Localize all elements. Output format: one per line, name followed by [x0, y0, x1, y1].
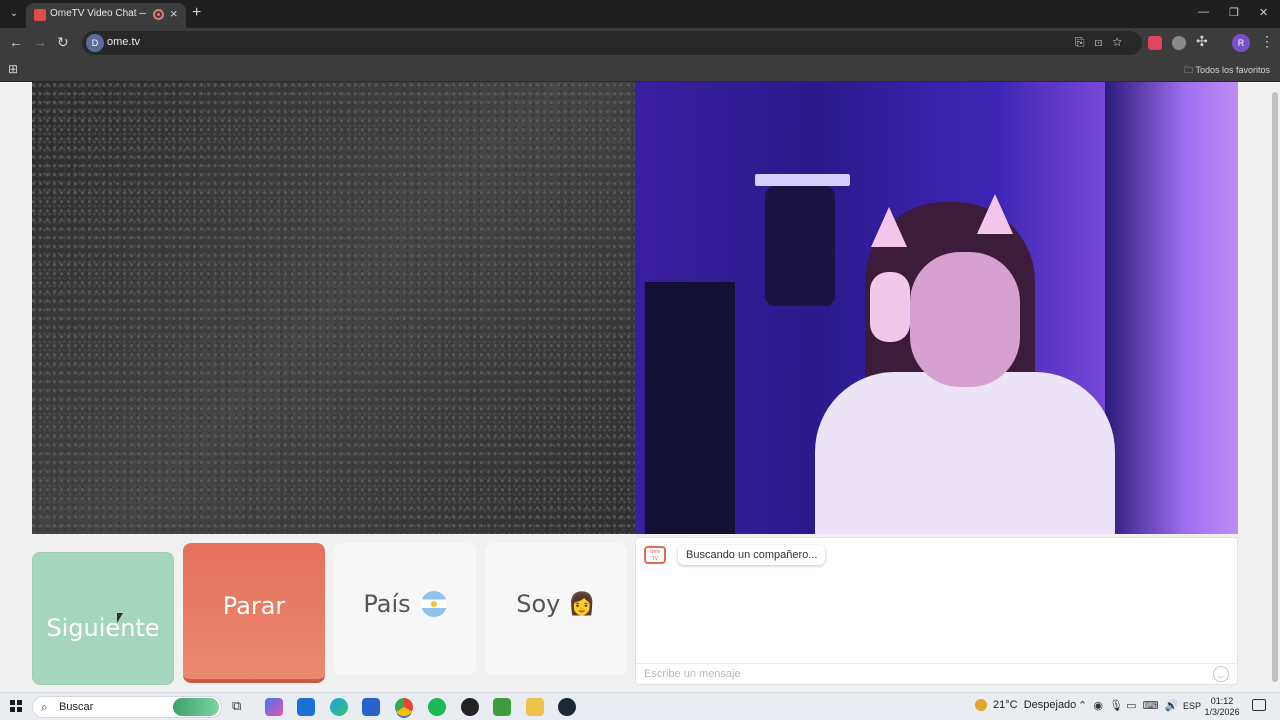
search-highlight-art [173, 698, 219, 716]
tab-search-icon[interactable]: ⌄ [6, 6, 22, 22]
chat-panel: Ome TV Buscando un compañero... [635, 537, 1238, 685]
weather-condition: Despejado [1023, 699, 1077, 711]
store-icon[interactable] [362, 698, 380, 716]
steam-icon[interactable] [558, 698, 576, 716]
emoji-picker-icon[interactable] [1213, 666, 1229, 682]
reload-icon[interactable]: ↻ [57, 34, 69, 51]
taskbar-search-label: Buscar [59, 701, 94, 713]
install-icon[interactable]: ⊡ [1095, 35, 1113, 49]
gender-button-label: Soy [516, 590, 561, 618]
address-bar[interactable]: D ome.tv ⎘⊡☆ [82, 31, 1142, 55]
notifications-icon[interactable] [1252, 699, 1266, 711]
argentina-flag-icon [420, 591, 447, 617]
person-shirt [815, 372, 1115, 534]
tray-chevron-icon[interactable]: ⌃ [1078, 700, 1087, 712]
copilot-icon[interactable] [265, 698, 283, 716]
camera-icon[interactable]: ◉ [1093, 700, 1103, 712]
keyboard-icon[interactable]: ⌨ [1143, 700, 1159, 712]
mouse-cursor-icon [117, 613, 123, 623]
window-close-icon[interactable]: ✕ [1259, 6, 1268, 19]
forward-icon[interactable]: → [33, 34, 47, 50]
moon-weather-icon [975, 699, 987, 712]
omnibox-actions: ⎘⊡☆ [1075, 35, 1132, 50]
female-emoji-icon: 👩 [568, 591, 596, 617]
translate-icon[interactable]: ⎘ [1075, 35, 1095, 49]
chat-input-area [636, 663, 1237, 685]
browser-toolbar: ← → ↻ D ome.tv ⎘⊡☆ [0, 28, 1280, 58]
stop-button-label: Parar [222, 592, 286, 620]
person-face [910, 252, 1020, 387]
extension-icon[interactable] [1172, 36, 1186, 50]
battery-icon[interactable]: ▭ [1126, 700, 1136, 712]
clock-date: 1/3/2026 [1204, 707, 1240, 717]
ometv-favicon-icon [34, 9, 46, 21]
new-tab-icon[interactable]: + [192, 4, 201, 22]
system-tray[interactable]: ⌃ ◉ 🎙 ▭ ⌨ 🔊 [1078, 699, 1178, 712]
country-button-label: País [363, 590, 411, 618]
taskbar-search-box[interactable]: ⌕ Buscar [32, 696, 222, 718]
site-info-icon[interactable]: D [86, 34, 104, 52]
url-text[interactable]: ome.tv [107, 36, 140, 48]
tab-close-icon[interactable]: × [170, 6, 178, 21]
browser-tabstrip: ⌄ OmeTV Video Chat — Ome × + — ❐ ✕ [0, 0, 1280, 28]
cat-headphones [870, 272, 910, 342]
chat-status-message: Buscando un compañero... [678, 545, 826, 565]
country-button[interactable]: País [334, 543, 476, 675]
wall-hook [755, 174, 850, 186]
outlook-icon[interactable] [297, 698, 315, 716]
weather-temperature: 21°C [993, 699, 1018, 711]
self-camera-video [635, 82, 1238, 534]
weather-widget[interactable]: 21°C Despejado [975, 699, 1077, 712]
file-explorer-icon[interactable] [526, 698, 544, 716]
extensions-puzzle-icon[interactable]: ✣ [1196, 33, 1208, 50]
minecraft-icon[interactable] [493, 698, 511, 716]
input-language[interactable]: ESP [1183, 701, 1201, 711]
back-icon[interactable]: ← [9, 34, 23, 50]
window-blinds [1105, 82, 1238, 534]
ometv-logo-icon: Ome TV [644, 546, 666, 564]
next-button[interactable]: Siguiente [32, 552, 174, 685]
tab-title: OmeTV Video Chat — Ome [50, 8, 146, 19]
windows-start-icon[interactable] [10, 700, 22, 712]
minimize-icon[interactable]: — [1198, 6, 1209, 18]
bookmarks-folder-label: Todos los favoritos [1195, 65, 1270, 75]
microphone-icon[interactable]: 🎙 [1109, 700, 1123, 712]
gender-button[interactable]: Soy 👩 [485, 543, 627, 675]
speaker-icon[interactable]: 🔊 [1165, 700, 1179, 712]
app-icon[interactable] [461, 698, 479, 716]
edge-icon[interactable] [330, 698, 348, 716]
background-door [645, 282, 735, 534]
all-bookmarks-folder[interactable]: 🗀 Todos los favoritos [1184, 63, 1270, 79]
search-icon: ⌕ [41, 700, 48, 714]
chrome-icon[interactable] [395, 698, 413, 716]
bookmarks-bar: ⊞ 🗀 Todos los favoritos [0, 58, 1280, 82]
chat-message-input[interactable] [642, 667, 1202, 681]
menu-kebab-icon[interactable]: ⋮ [1260, 33, 1274, 50]
taskbar-clock[interactable]: 01:12 1/3/2026 [1204, 696, 1240, 718]
scrollbar-thumb[interactable] [1272, 92, 1278, 682]
apps-grid-icon[interactable]: ⊞ [8, 62, 18, 76]
clock-time: 01:12 [1210, 696, 1234, 706]
stop-button[interactable]: Parar [183, 543, 325, 683]
recording-indicator-icon [153, 9, 164, 20]
next-button-label: Siguiente [46, 613, 160, 642]
cat-ear-right [977, 194, 1013, 234]
task-view-icon[interactable]: ⧉ [232, 698, 250, 716]
bookmark-star-icon[interactable]: ☆ [1112, 35, 1132, 49]
extension-red-icon[interactable] [1148, 36, 1162, 50]
browser-tab-ometv[interactable]: OmeTV Video Chat — Ome × [26, 3, 186, 28]
windows-taskbar: ⌕ Buscar ⧉ 21°C Despejado ⌃ ◉ 🎙 ▭ ⌨ 🔊 ES… [0, 692, 1280, 720]
spotify-icon[interactable] [428, 698, 446, 716]
restore-icon[interactable]: ❐ [1229, 6, 1239, 19]
cat-ear-left [871, 207, 907, 247]
partner-video-static [32, 82, 635, 534]
hanging-bag [765, 186, 835, 306]
profile-avatar[interactable]: R [1232, 34, 1250, 52]
